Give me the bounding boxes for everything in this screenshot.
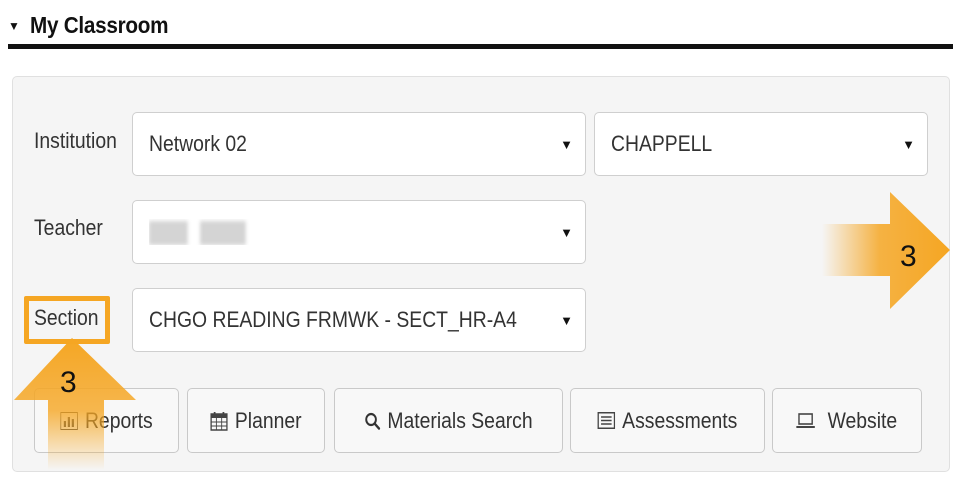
- planner-button[interactable]: Planner: [187, 388, 325, 453]
- laptop-icon: [796, 412, 816, 429]
- redacted-block: [149, 221, 188, 246]
- school-select[interactable]: CHAPPELL ▼: [594, 112, 928, 176]
- calendar-icon: [210, 411, 228, 431]
- section-select[interactable]: CHGO READING FRMWK - SECT_HR-A4 ▼: [132, 288, 586, 352]
- institution-label: Institution: [34, 128, 117, 153]
- section-highlight-box: [24, 296, 110, 344]
- callout-number-right: 3: [900, 240, 917, 273]
- materials-search-label: Materials Search: [387, 407, 533, 433]
- list-icon: [597, 412, 616, 429]
- materials-search-button[interactable]: Materials Search: [334, 388, 563, 453]
- school-value: CHAPPELL: [611, 131, 713, 156]
- collapse-caret-icon[interactable]: ▼: [8, 19, 20, 33]
- search-icon: [364, 412, 381, 430]
- dropdown-arrow-icon: ▼: [560, 136, 573, 152]
- dropdown-arrow-icon: ▼: [560, 312, 573, 328]
- dropdown-arrow-icon: ▼: [560, 224, 573, 240]
- section-title: My Classroom: [29, 11, 169, 38]
- website-button[interactable]: Website: [772, 388, 922, 453]
- section-header[interactable]: ▼ My Classroom: [8, 6, 184, 44]
- redacted-block: [200, 221, 246, 246]
- institution-select[interactable]: Network 02 ▼: [132, 112, 586, 176]
- institution-value: Network 02: [149, 131, 247, 156]
- teacher-select[interactable]: ▼: [132, 200, 586, 264]
- section-value: CHGO READING FRMWK - SECT_HR-A4: [149, 307, 517, 332]
- header-rule: [8, 44, 953, 49]
- website-label: Website: [828, 407, 898, 433]
- teacher-value-redacted: [149, 219, 533, 246]
- callout-number-left: 3: [60, 366, 77, 399]
- callout-arrow-right: [822, 192, 950, 309]
- callout-arrow-up: [14, 338, 136, 470]
- dropdown-arrow-icon: ▼: [902, 136, 915, 152]
- assessments-button[interactable]: Assessments: [570, 388, 765, 453]
- assessments-label: Assessments: [622, 407, 738, 433]
- teacher-label: Teacher: [34, 215, 103, 240]
- planner-label: Planner: [234, 407, 302, 433]
